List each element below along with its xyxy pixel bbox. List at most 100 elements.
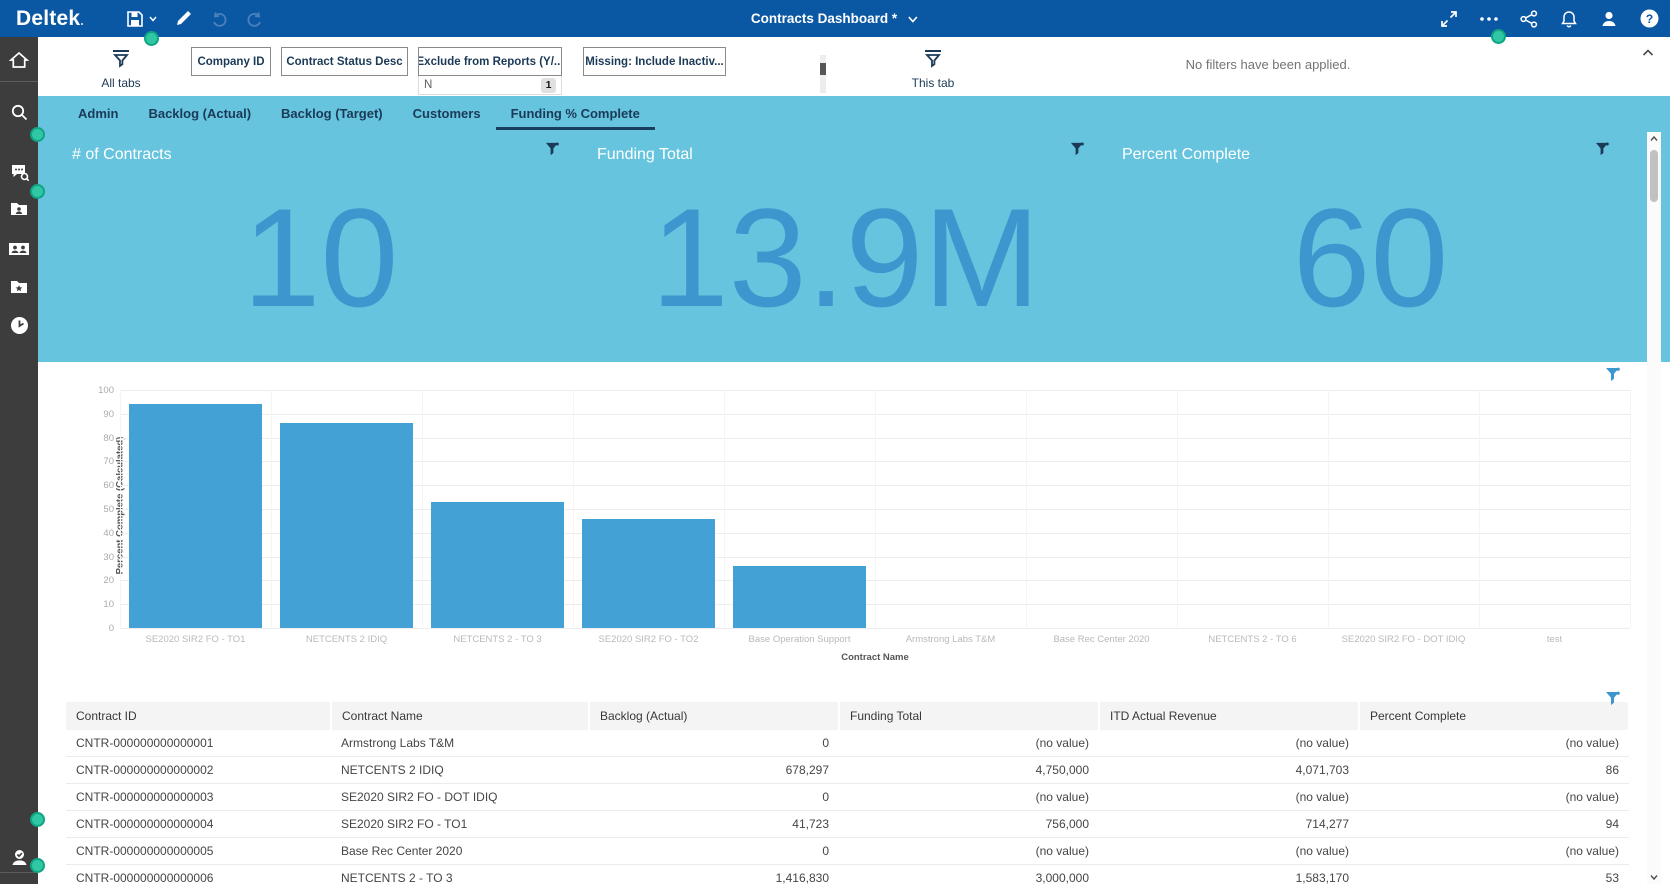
filter-chip-4[interactable]: Missing: Include Inactiv...	[583, 47, 726, 76]
filter-section-divider	[820, 55, 826, 93]
tab-admin[interactable]: Admin	[63, 96, 133, 130]
overflow-menu-button[interactable]	[1476, 6, 1502, 32]
table-row[interactable]: CNTR-000000000000004SE2020 SIR2 FO - TO1…	[66, 811, 1629, 838]
tab-backlog-actual-[interactable]: Backlog (Actual)	[133, 96, 266, 130]
chart-bar[interactable]	[280, 423, 413, 628]
chart-filter-funnel-icon[interactable]	[1605, 367, 1620, 387]
filter-chip-1[interactable]: Company ID	[191, 47, 271, 76]
table-cell: SE2020 SIR2 FO - DOT IDIQ	[331, 784, 589, 811]
tab-backlog-target-[interactable]: Backlog (Target)	[266, 96, 398, 130]
x-axis-tick-label: Base Rec Center 2020	[1026, 634, 1177, 645]
table-row[interactable]: CNTR-000000000000002NETCENTS 2 IDIQ678,2…	[66, 757, 1629, 784]
search-icon[interactable]	[0, 95, 38, 129]
account-avatar-button[interactable]	[1596, 6, 1622, 32]
funnel-outline-icon	[922, 49, 944, 69]
table-row[interactable]: CNTR-000000000000006NETCENTS 2 - TO 31,4…	[66, 865, 1629, 884]
column-header-backlog-actual-[interactable]: Backlog (Actual)	[589, 702, 839, 730]
filter-chip-value-row[interactable]: N1	[418, 76, 562, 95]
recording-indicator-dot	[30, 858, 45, 873]
kpi-value: 60	[1108, 188, 1633, 328]
undo-button[interactable]	[206, 6, 232, 32]
chart-bar[interactable]	[582, 519, 715, 628]
help-button[interactable]: ?	[1636, 6, 1662, 32]
column-header-itd-actual-revenue[interactable]: ITD Actual Revenue	[1099, 702, 1359, 730]
kpi-filter-funnel-icon[interactable]	[1595, 142, 1609, 161]
table-cell: 4,750,000	[839, 757, 1099, 784]
scroll-up-arrow[interactable]	[1647, 132, 1661, 146]
home-icon[interactable]	[0, 43, 38, 77]
x-axis-tick-label: SE2020 SIR2 FO - TO1	[120, 634, 271, 645]
page-title: Contracts Dashboard *	[751, 11, 897, 26]
table-cell: 714,277	[1099, 811, 1359, 838]
sidebar-divider	[0, 81, 38, 82]
table-cell: 1,416,830	[589, 865, 839, 884]
table-cell: (no value)	[839, 730, 1099, 757]
filter-chip-label: Exclude from Reports (Y/...	[418, 56, 562, 68]
kpi-title: Percent Complete	[1122, 146, 1250, 164]
table-cell: 678,297	[589, 757, 839, 784]
chevron-down-icon	[907, 13, 919, 25]
x-axis-tick-label: NETCENTS 2 IDIQ	[271, 634, 422, 645]
column-header-contract-id[interactable]: Contract ID	[66, 702, 331, 730]
tab-funding-complete[interactable]: Funding % Complete	[496, 96, 655, 130]
app-window: Deltek. Contracts Dashboard *	[0, 0, 1670, 884]
filter-chip-2[interactable]: Contract Status Desc	[281, 47, 408, 76]
chart-gridline	[271, 390, 272, 628]
chart-bar[interactable]	[431, 502, 564, 628]
table-row[interactable]: CNTR-000000000000003SE2020 SIR2 FO - DOT…	[66, 784, 1629, 811]
recording-indicator-dot	[1491, 29, 1506, 44]
share-button[interactable]	[1516, 6, 1542, 32]
chart-gridline	[1328, 390, 1329, 628]
y-axis-tick-label: 0	[76, 623, 114, 634]
kpi-filter-funnel-icon[interactable]	[545, 142, 559, 161]
table-cell: 4,071,703	[1099, 757, 1359, 784]
table-cell: 0	[589, 730, 839, 757]
this-tab-filter-button[interactable]: This tab	[898, 49, 968, 90]
table-row[interactable]: CNTR-000000000000005Base Rec Center 2020…	[66, 838, 1629, 865]
tab-customers[interactable]: Customers	[398, 96, 496, 130]
filter-chip-label: Contract Status Desc	[286, 56, 402, 68]
collapse-filterbar-button[interactable]	[1638, 43, 1658, 63]
notifications-bell-button[interactable]	[1556, 6, 1582, 32]
top-bar: Deltek. Contracts Dashboard *	[0, 0, 1670, 37]
dashboard-title-dropdown[interactable]: Contracts Dashboard *	[751, 11, 919, 26]
kpi-filter-funnel-icon[interactable]	[1070, 142, 1084, 161]
column-header-contract-name[interactable]: Contract Name	[331, 702, 589, 730]
dashboard-tabs: AdminBacklog (Actual)Backlog (Target)Cus…	[38, 96, 1670, 130]
recording-indicator-dot	[30, 184, 45, 199]
save-button[interactable]	[122, 6, 160, 32]
filter-bar: All tabs Company ID Contract Status Desc E…	[38, 37, 1670, 96]
table-cell: 0	[589, 838, 839, 865]
scroll-down-arrow[interactable]	[1647, 870, 1661, 884]
y-axis-tick-label: 70	[76, 456, 114, 467]
edit-pencil-button[interactable]	[170, 6, 196, 32]
contacts-people-icon[interactable]	[0, 232, 38, 266]
table-cell: 41,723	[589, 811, 839, 838]
table-cell: 3,000,000	[839, 865, 1099, 884]
x-axis-tick-label: SE2020 SIR2 FO - TO2	[573, 634, 724, 645]
scrollbar-thumb[interactable]	[1650, 150, 1658, 202]
y-axis-tick-label: 100	[76, 385, 114, 396]
assistant-chat-icon[interactable]	[0, 155, 38, 189]
redo-button[interactable]	[242, 6, 268, 32]
table-cell: (no value)	[1099, 784, 1359, 811]
chart-bar[interactable]	[129, 404, 262, 628]
kpi-value: 10	[58, 188, 583, 328]
column-header-percent-complete[interactable]: Percent Complete	[1359, 702, 1629, 730]
favorites-folder-icon[interactable]	[0, 270, 38, 304]
chart-bar[interactable]	[733, 566, 866, 628]
table-cell: (no value)	[1359, 730, 1629, 757]
table-cell: Base Rec Center 2020	[331, 838, 589, 865]
table-filter-funnel-icon[interactable]	[1605, 691, 1620, 711]
table-row[interactable]: CNTR-000000000000001Armstrong Labs T&M0(…	[66, 730, 1629, 757]
all-tabs-filter-button[interactable]: All tabs	[86, 49, 156, 90]
expand-fullscreen-button[interactable]	[1436, 6, 1462, 32]
vertical-scrollbar[interactable]	[1647, 132, 1661, 884]
column-header-funding-total[interactable]: Funding Total	[839, 702, 1099, 730]
time-clock-icon[interactable]	[0, 308, 38, 342]
left-sidebar	[0, 37, 38, 884]
table-cell: CNTR-000000000000002	[66, 757, 331, 784]
logo-dot: .	[80, 13, 84, 28]
filter-chip-label: Missing: Include Inactiv...	[585, 56, 723, 68]
filter-chip-3[interactable]: Exclude from Reports (Y/...	[418, 47, 562, 76]
